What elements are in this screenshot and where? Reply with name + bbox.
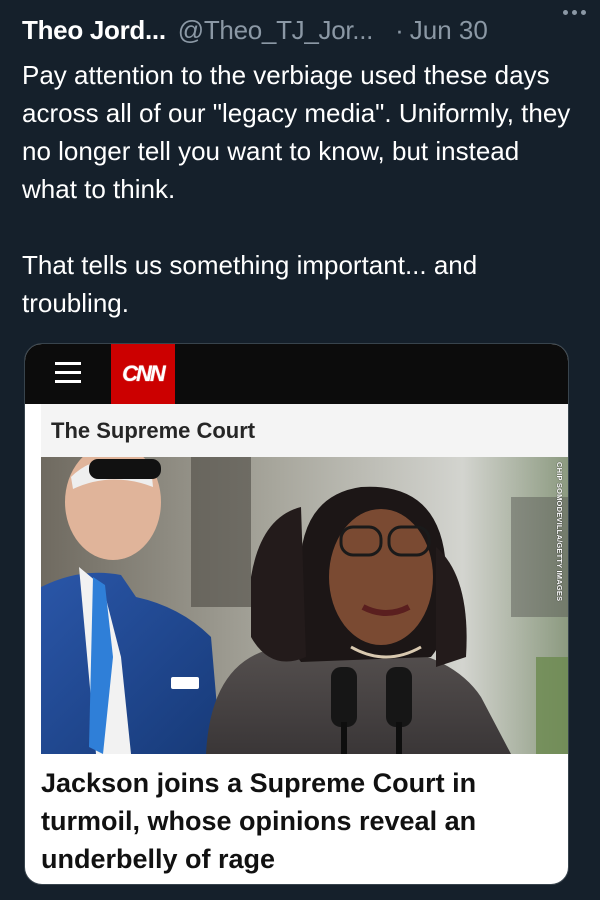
cnn-top-bar: CNN: [25, 344, 568, 404]
tweet-header: Theo Jord... @Theo_TJ_Jor... · Jun 30: [22, 12, 578, 48]
tweet: Theo Jord... @Theo_TJ_Jor... · Jun 30 Pa…: [0, 0, 600, 900]
tweet-text: Pay attention to the verbiage used these…: [22, 60, 571, 318]
photo-credit: CHIP SOMODEVILLA/GETTY IMAGES: [555, 462, 564, 602]
link-card[interactable]: CNN The Supreme Court CHIP SOMODEVILLA/G…: [24, 343, 569, 885]
card-headline[interactable]: Jackson joins a Supreme Court in turmoil…: [41, 754, 561, 878]
section-title: The Supreme Court: [51, 418, 256, 443]
news-photo: [41, 457, 568, 754]
tweet-date[interactable]: Jun 30: [410, 15, 488, 46]
author-display-name[interactable]: Theo Jord...: [22, 15, 166, 46]
more-horizontal-icon[interactable]: [563, 10, 586, 15]
header-separator: ·: [395, 14, 404, 45]
author-handle[interactable]: @Theo_TJ_Jor...: [178, 15, 374, 46]
hamburger-menu-icon: [55, 360, 81, 386]
cnn-logo: CNN: [111, 344, 175, 404]
cnn-logo-text: CNN: [122, 361, 166, 386]
section-strip: The Supreme Court: [41, 404, 568, 458]
